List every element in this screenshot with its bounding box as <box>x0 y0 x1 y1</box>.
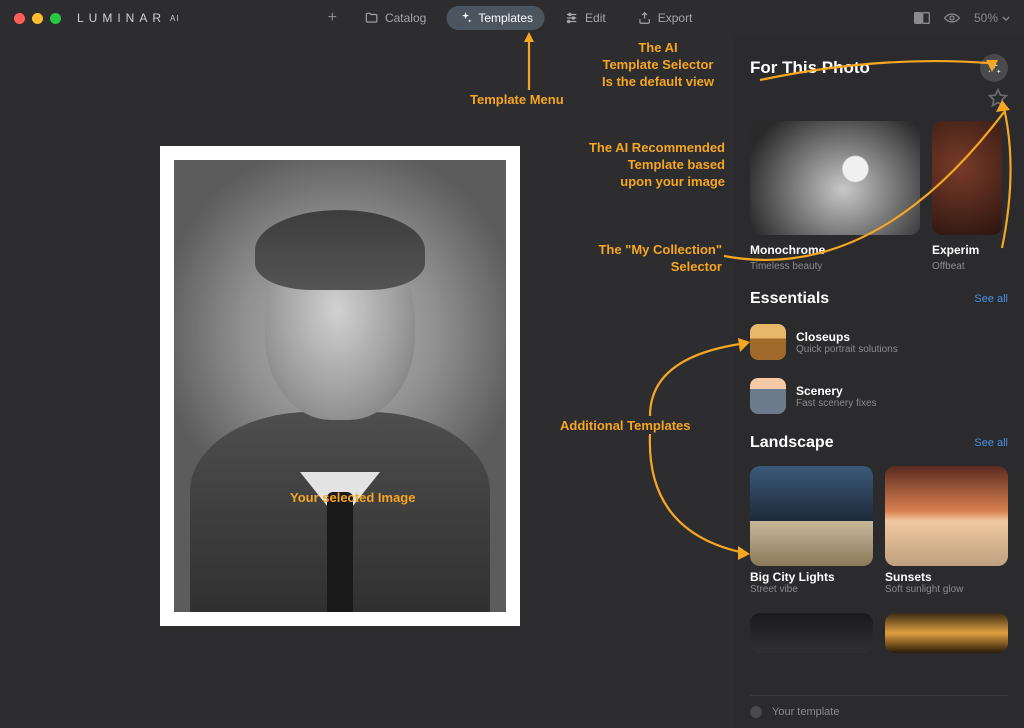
app-brand: LUMINAR AI <box>77 11 180 25</box>
footer-label: Your template <box>772 706 839 718</box>
image-viewer <box>0 36 734 728</box>
top-bar: LUMINAR AI + Catalog Templates <box>0 0 1024 36</box>
card-thumbnail <box>932 121 1002 235</box>
my-collection-button[interactable] <box>988 88 1008 113</box>
card-title: Experim <box>932 243 1002 257</box>
essentials-see-all[interactable]: See all <box>974 293 1008 305</box>
sparkle-icon <box>458 11 472 25</box>
card-title: Monochrome <box>750 243 920 257</box>
item-title: Scenery <box>796 384 877 398</box>
template-card-monochrome[interactable]: Monochrome Timeless beauty <box>750 121 920 272</box>
card-subtitle: Offbeat <box>932 261 1002 272</box>
your-template-footer[interactable]: Your template <box>750 695 1008 718</box>
templates-panel: For This Photo Monochrome Timeless beaut… <box>734 36 1024 728</box>
item-title: Closeups <box>796 330 898 344</box>
selected-photo[interactable] <box>160 146 520 626</box>
view-controls: 50% <box>914 10 1010 26</box>
maximize-window-button[interactable] <box>50 13 61 24</box>
add-button[interactable]: + <box>320 9 345 27</box>
recommended-cards: Monochrome Timeless beauty Experim Offbe… <box>750 121 1008 272</box>
star-icon <box>988 88 1008 108</box>
card-subtitle: Soft sunlight glow <box>885 584 1008 595</box>
nav-templates[interactable]: Templates <box>446 6 545 30</box>
card-subtitle: Street vibe <box>750 584 873 595</box>
item-subtitle: Fast scenery fixes <box>796 398 877 409</box>
card-thumbnail <box>885 466 1008 566</box>
nav-export-label: Export <box>658 11 693 25</box>
essentials-item-closeups[interactable]: Closeups Quick portrait solutions <box>750 322 1008 362</box>
card-thumbnail <box>750 466 873 566</box>
zoom-value: 50% <box>974 11 998 25</box>
nav-edit-label: Edit <box>585 11 606 25</box>
eye-icon[interactable] <box>944 10 960 26</box>
landscape-grid-row2 <box>750 613 1008 653</box>
nav-catalog[interactable]: Catalog <box>353 6 438 30</box>
compare-icon[interactable] <box>914 10 930 26</box>
item-subtitle: Quick portrait solutions <box>796 344 898 355</box>
export-icon <box>638 11 652 25</box>
for-this-photo-title: For This Photo <box>750 58 870 78</box>
folder-icon <box>365 11 379 25</box>
card-title: Big City Lights <box>750 570 873 584</box>
brand-suffix: AI <box>170 14 180 23</box>
minimize-window-button[interactable] <box>32 13 43 24</box>
card-title: Sunsets <box>885 570 1008 584</box>
template-dot-icon <box>750 706 762 718</box>
template-card-big-city[interactable]: Big City Lights Street vibe <box>750 466 873 595</box>
essentials-title: Essentials <box>750 290 829 308</box>
template-card-sunsets[interactable]: Sunsets Soft sunlight glow <box>885 466 1008 595</box>
main-area: For This Photo Monochrome Timeless beaut… <box>0 36 1024 728</box>
close-window-button[interactable] <box>14 13 25 24</box>
item-thumbnail <box>750 378 786 414</box>
window-controls <box>14 13 61 24</box>
nav-export[interactable]: Export <box>626 6 705 30</box>
photo-content <box>174 160 506 612</box>
template-card-partial[interactable] <box>885 613 1008 653</box>
landscape-title: Landscape <box>750 434 834 452</box>
nav-templates-label: Templates <box>478 11 533 25</box>
app-window: LUMINAR AI + Catalog Templates <box>0 0 1024 728</box>
zoom-level[interactable]: 50% <box>974 11 1010 25</box>
nav-catalog-label: Catalog <box>385 11 426 25</box>
ai-selector-button[interactable] <box>980 54 1008 82</box>
template-card-experiment[interactable]: Experim Offbeat <box>932 121 1002 272</box>
brand-name: LUMINAR <box>77 11 166 25</box>
nav-edit[interactable]: Edit <box>553 6 618 30</box>
landscape-grid: Big City Lights Street vibe Sunsets Soft… <box>750 466 1008 595</box>
item-thumbnail <box>750 324 786 360</box>
template-card-partial[interactable] <box>750 613 873 653</box>
main-nav: + Catalog Templates Edit <box>320 6 705 30</box>
chevron-down-icon <box>1002 16 1010 21</box>
sliders-icon <box>565 11 579 25</box>
magic-sparkle-icon <box>986 60 1002 76</box>
landscape-see-all[interactable]: See all <box>974 437 1008 449</box>
card-thumbnail <box>750 121 920 235</box>
essentials-item-scenery[interactable]: Scenery Fast scenery fixes <box>750 376 1008 416</box>
card-subtitle: Timeless beauty <box>750 261 920 272</box>
